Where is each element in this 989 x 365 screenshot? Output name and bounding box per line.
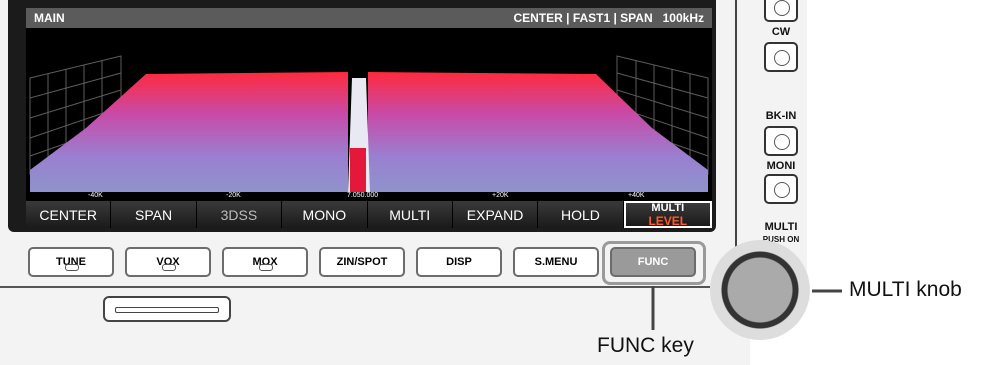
callout-lines <box>651 286 842 330</box>
multi-knob-callout: MULTI knob <box>849 278 962 301</box>
func-key-callout: FUNC key <box>597 334 694 357</box>
